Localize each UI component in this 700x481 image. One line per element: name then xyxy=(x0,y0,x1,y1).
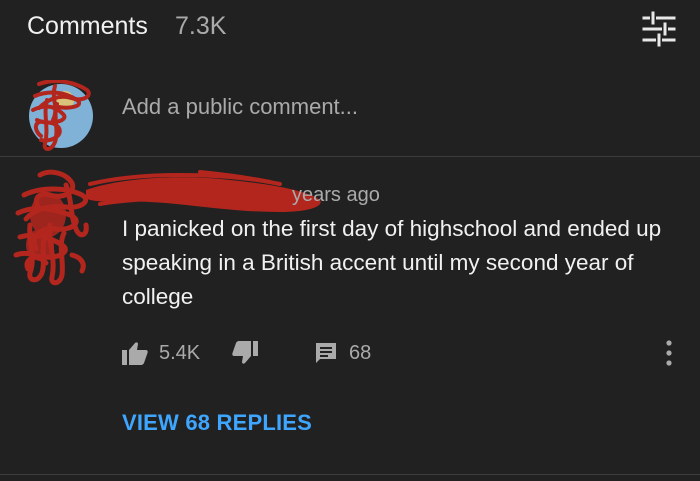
thumbs-down-icon xyxy=(232,341,258,364)
comments-title: Comments xyxy=(27,12,148,40)
view-replies-button[interactable]: VIEW 68 REPLIES xyxy=(122,410,312,436)
comment-meta: years ago xyxy=(122,184,380,207)
comment-icon xyxy=(316,343,336,363)
comments-count: 7.3K xyxy=(175,12,227,40)
more-options-icon[interactable] xyxy=(657,338,681,368)
comments-panel: Comments 7.3K Add a public comment... ye… xyxy=(0,0,700,481)
divider xyxy=(0,474,700,475)
like-button[interactable]: 5.4K xyxy=(122,338,200,368)
dislike-button[interactable] xyxy=(232,338,258,368)
reply-button[interactable]: 68 xyxy=(314,338,371,368)
comments-header: Comments 7.3K xyxy=(0,0,700,56)
reply-count: 68 xyxy=(349,341,372,364)
comment-actions: 5.4K 68 xyxy=(122,338,682,368)
add-comment-row: Add a public comment... xyxy=(0,66,700,151)
like-count: 5.4K xyxy=(159,341,201,364)
thumbs-up-icon xyxy=(122,342,148,365)
comment-timestamp: years ago xyxy=(292,184,380,206)
avatar xyxy=(29,80,93,151)
sort-filter-icon[interactable] xyxy=(640,10,678,48)
comment-item: years ago I panicked on the first day of… xyxy=(0,160,700,474)
add-comment-input[interactable]: Add a public comment... xyxy=(122,94,358,120)
comment-text: I panicked on the first day of highschoo… xyxy=(122,216,662,309)
divider xyxy=(0,156,700,157)
